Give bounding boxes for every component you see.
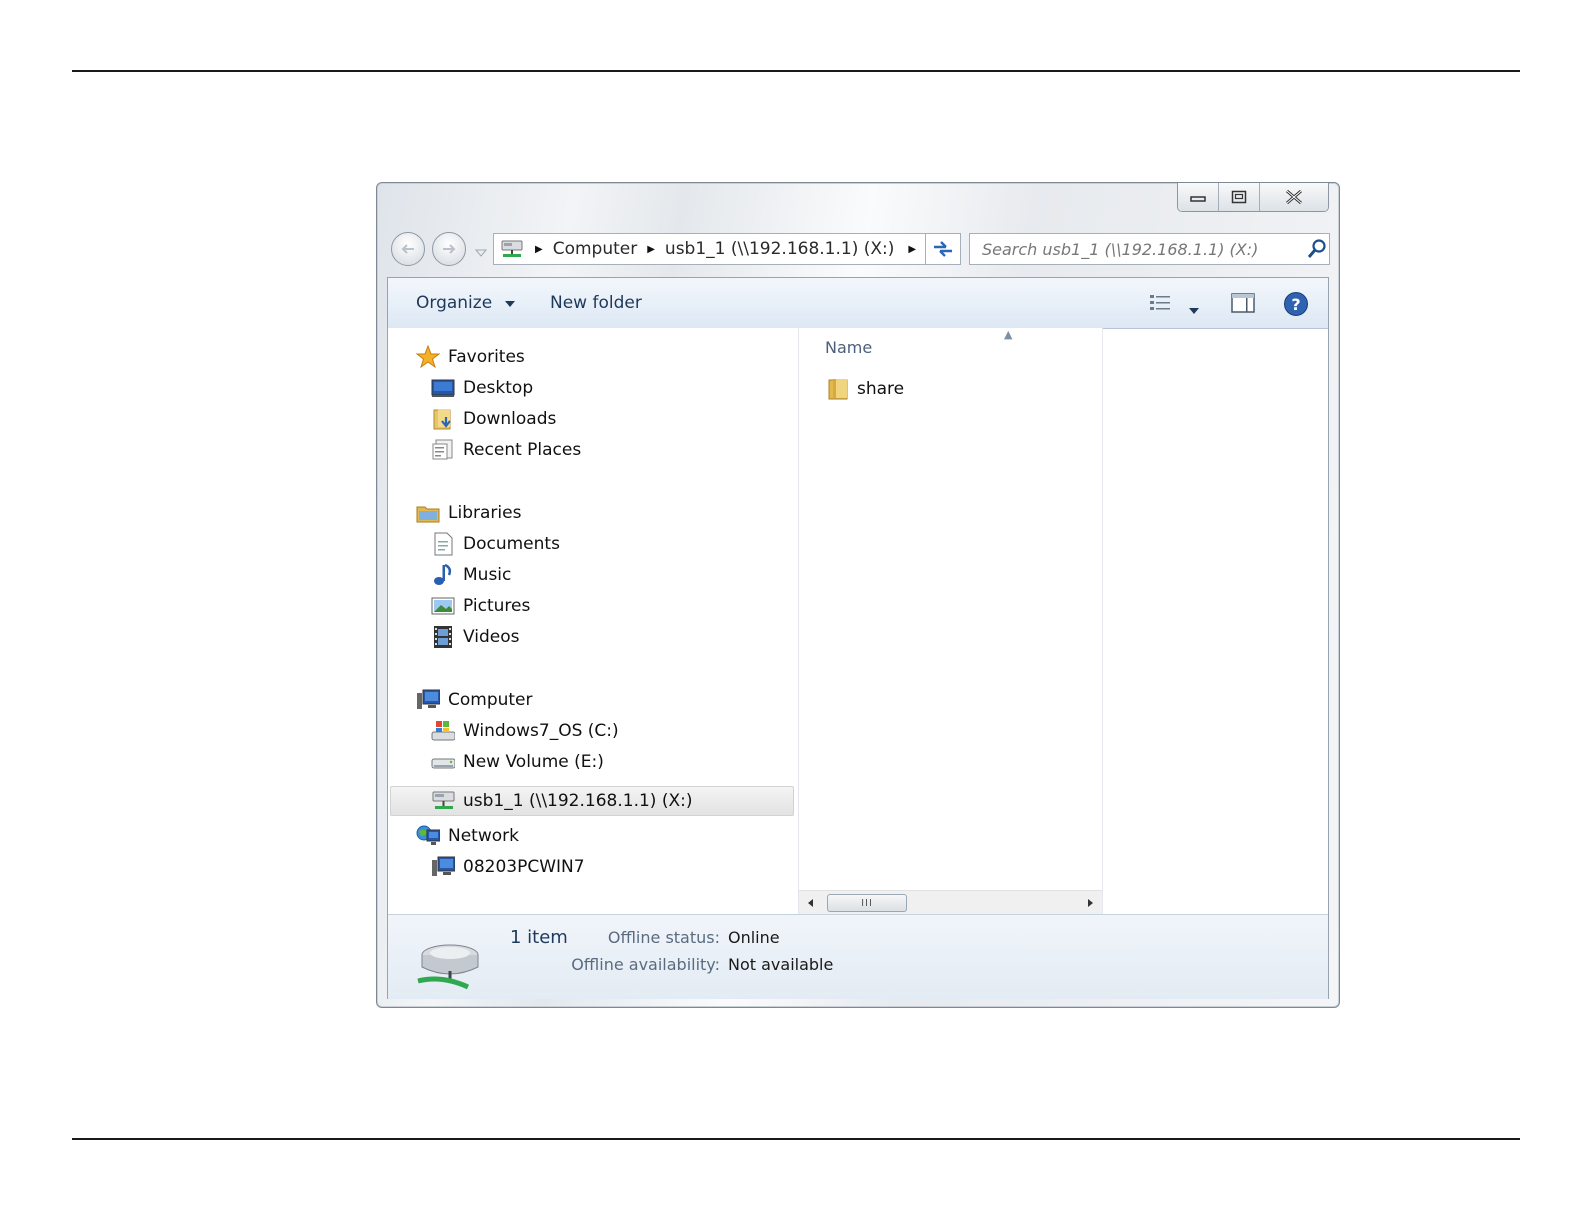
hard-drive-icon: [431, 750, 455, 774]
network-drive-icon: [431, 789, 455, 813]
explorer-client-area: Organize New folder ? Favorites Desktop …: [387, 277, 1329, 999]
help-icon: ?: [1284, 292, 1308, 316]
scrollbar-thumb[interactable]: III: [827, 894, 907, 912]
nav-documents[interactable]: Documents: [431, 529, 560, 559]
chevron-right-icon: [1088, 899, 1093, 907]
caption-buttons: [1177, 183, 1329, 212]
nav-favorites[interactable]: Favorites: [416, 342, 525, 372]
forward-arrow-icon: [443, 244, 456, 254]
scroll-right-button[interactable]: [1080, 891, 1102, 915]
search-input[interactable]: [980, 238, 1304, 260]
restore-icon: [1231, 190, 1247, 204]
nav-network-computer[interactable]: 08203PCWIN7: [431, 852, 585, 882]
grip-icon: III: [861, 897, 873, 909]
star-icon: [416, 345, 440, 369]
nav-network[interactable]: Network: [416, 821, 519, 851]
music-note-icon: [431, 563, 455, 587]
organize-menu[interactable]: Organize: [416, 293, 516, 313]
search-box: [969, 233, 1330, 265]
column-divider: [1102, 328, 1103, 914]
view-options-dropdown[interactable]: [1188, 300, 1200, 319]
nav-videos[interactable]: Videos: [431, 622, 520, 652]
help-button[interactable]: ?: [1283, 291, 1309, 321]
pictures-icon: [431, 594, 455, 618]
computer-icon: [416, 688, 440, 712]
scroll-left-button[interactable]: [799, 891, 821, 915]
network-drive-large-icon: [412, 933, 484, 995]
breadcrumb-computer[interactable]: Computer: [553, 239, 638, 259]
nav-pictures[interactable]: Pictures: [431, 591, 530, 621]
chevron-down-icon: [504, 301, 515, 307]
chevron-left-icon: [808, 899, 813, 907]
network-globe-icon: [416, 824, 440, 848]
details-pane: 1 item Offline status: Online Offline av…: [388, 914, 1328, 999]
nav-desktop[interactable]: Desktop: [431, 373, 533, 403]
back-arrow-icon: [401, 244, 414, 254]
minimize-icon: [1190, 196, 1206, 202]
desktop-icon: [431, 376, 455, 400]
back-button[interactable]: [391, 232, 425, 266]
top-rule: [72, 70, 1520, 72]
search-icon[interactable]: [1306, 238, 1328, 260]
navigation-pane: Favorites Desktop Downloads Recent Place…: [388, 328, 798, 914]
refresh-button[interactable]: [925, 233, 961, 265]
nav-drive-e[interactable]: New Volume (E:): [431, 747, 604, 777]
file-item-share[interactable]: share: [827, 374, 904, 404]
file-list-pane: Name ▲ share: [799, 328, 1102, 914]
command-bar: Organize New folder ?: [388, 278, 1328, 329]
item-count: 1 item: [510, 927, 568, 948]
maximize-button[interactable]: [1218, 183, 1259, 211]
details-view-icon: [1150, 295, 1170, 310]
explorer-window: ▶ Computer ▶ usb1_1 (\\192.168.1.1) (X:)…: [376, 182, 1340, 1008]
libraries-icon: [416, 501, 440, 525]
close-button[interactable]: [1259, 183, 1328, 211]
nav-computer[interactable]: Computer: [416, 685, 533, 715]
offline-status-value: Online: [728, 928, 780, 947]
offline-availability-label: Offline availability:: [571, 955, 720, 974]
documents-icon: [431, 532, 455, 556]
breadcrumb-separator[interactable]: ▶: [908, 244, 916, 255]
offline-availability-value: Not available: [728, 955, 834, 974]
film-strip-icon: [431, 625, 455, 649]
chevron-down-icon: [1189, 308, 1199, 314]
chevron-down-icon: [474, 249, 488, 257]
column-header-name[interactable]: Name: [825, 338, 872, 357]
nav-drive-c[interactable]: Windows7_OS (C:): [431, 716, 619, 746]
downloads-folder-icon: [431, 407, 455, 431]
preview-pane-button[interactable]: [1230, 292, 1256, 318]
nav-usb-network-drive[interactable]: usb1_1 (\\192.168.1.1) (X:): [431, 786, 692, 816]
breadcrumb-usb-drive[interactable]: usb1_1 (\\192.168.1.1) (X:): [665, 239, 894, 259]
refresh-icon: [934, 241, 952, 257]
nav-libraries[interactable]: Libraries: [416, 498, 521, 528]
windows-drive-icon: [431, 719, 455, 743]
address-bar[interactable]: ▶ Computer ▶ usb1_1 (\\192.168.1.1) (X:)…: [493, 233, 957, 265]
folder-icon: [827, 377, 849, 401]
recent-places-icon: [431, 438, 455, 462]
sort-ascending-icon: ▲: [1004, 328, 1013, 341]
preview-pane-icon: [1231, 293, 1255, 313]
nav-downloads[interactable]: Downloads: [431, 404, 556, 434]
navigation-row: ▶ Computer ▶ usb1_1 (\\192.168.1.1) (X:)…: [389, 229, 1330, 269]
close-icon: [1286, 190, 1302, 204]
bottom-rule: [72, 1138, 1520, 1140]
breadcrumb-separator[interactable]: ▶: [535, 244, 543, 255]
svg-text:?: ?: [1291, 295, 1300, 314]
breadcrumb-separator[interactable]: ▶: [647, 244, 655, 255]
recent-pages-dropdown[interactable]: [474, 243, 488, 262]
offline-status-label: Offline status:: [607, 928, 720, 947]
forward-button[interactable]: [432, 232, 466, 266]
change-view-button[interactable]: [1148, 292, 1174, 318]
minimize-button[interactable]: [1178, 183, 1218, 211]
nav-music[interactable]: Music: [431, 560, 511, 590]
computer-icon: [431, 855, 455, 879]
horizontal-scrollbar[interactable]: III: [799, 890, 1102, 915]
nav-recent-places[interactable]: Recent Places: [431, 435, 581, 465]
network-drive-icon: [499, 238, 525, 260]
new-folder-button[interactable]: New folder: [550, 293, 642, 313]
